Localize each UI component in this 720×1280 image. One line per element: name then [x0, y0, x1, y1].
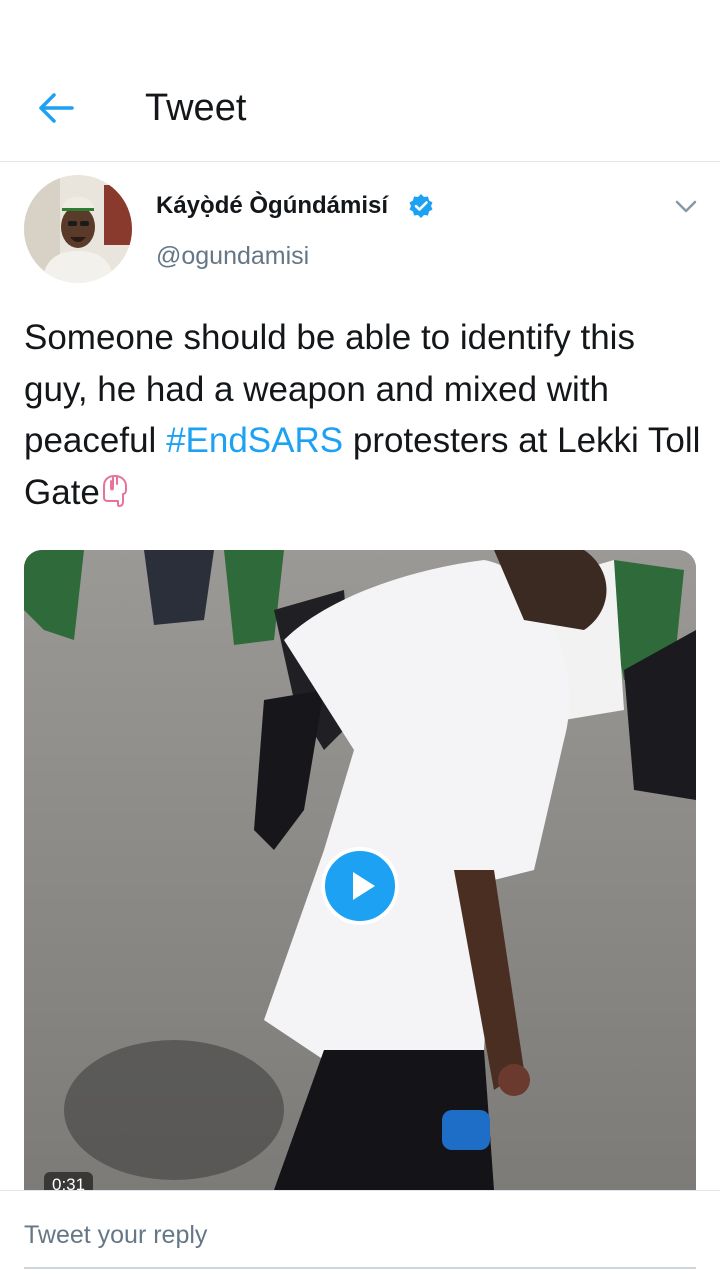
reply-input[interactable]	[24, 1217, 696, 1269]
verified-badge-icon	[408, 193, 434, 219]
tweet-text: Someone should be able to identify this …	[24, 312, 704, 518]
back-button[interactable]	[34, 86, 78, 130]
video-duration: 0:31	[44, 1172, 94, 1190]
top-bar: Tweet	[0, 0, 720, 162]
play-button[interactable]	[321, 847, 399, 925]
reply-bar	[0, 1190, 720, 1280]
arrow-left-icon	[39, 93, 74, 123]
tweet-menu-button[interactable]	[670, 190, 702, 222]
hashtag-link[interactable]: #EndSARS	[166, 421, 343, 460]
backhand-index-pointing-down-icon	[102, 471, 130, 507]
video-player[interactable]: 0:31	[24, 550, 696, 1190]
play-icon	[353, 872, 375, 900]
author-handle[interactable]: @ogundamisi	[156, 240, 309, 272]
page-title: Tweet	[145, 87, 247, 129]
author-name[interactable]: Káyọ̀dé Ògúndámisí	[156, 190, 388, 222]
chevron-down-icon	[675, 200, 697, 213]
avatar[interactable]	[24, 175, 132, 283]
